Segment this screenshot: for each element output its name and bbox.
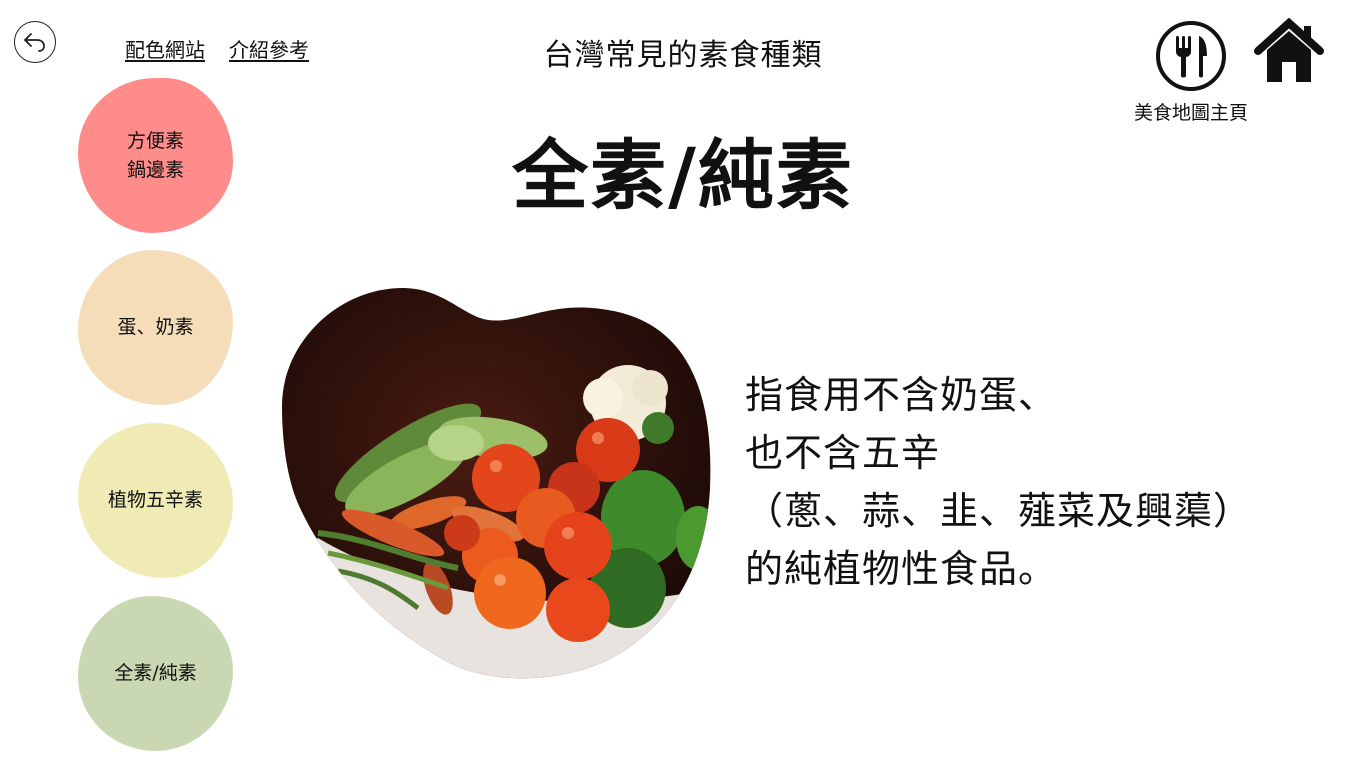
sidebar-item-plant-five-pungent[interactable]: 植物五辛素 — [78, 423, 233, 578]
fork-knife-icon — [1176, 36, 1207, 78]
sidebar-item-label: 植物五辛素 — [107, 489, 203, 511]
food-map-button[interactable] — [1156, 21, 1226, 91]
home-icon — [1254, 17, 1324, 82]
sidebar-item-label: 蛋、奶素 — [117, 316, 194, 338]
home-button[interactable] — [1254, 17, 1324, 84]
food-map-label: 美食地圖主頁 — [1133, 102, 1248, 124]
vegetables-image — [278, 288, 714, 680]
sidebar-item-vegan[interactable]: 全素/純素 — [78, 596, 233, 751]
page-heading: 全素/純素 — [512, 131, 854, 220]
sidebar-item-egg-milk-vegetarian[interactable]: 蛋、奶素 — [78, 250, 233, 405]
sidebar-item-label: 全素/純素 — [114, 662, 197, 684]
description: 指食用不含奶蛋、 也不含五辛 （蔥、蒜、韭、薤菜及興蕖） 的純植物性食品。 — [745, 373, 1253, 591]
